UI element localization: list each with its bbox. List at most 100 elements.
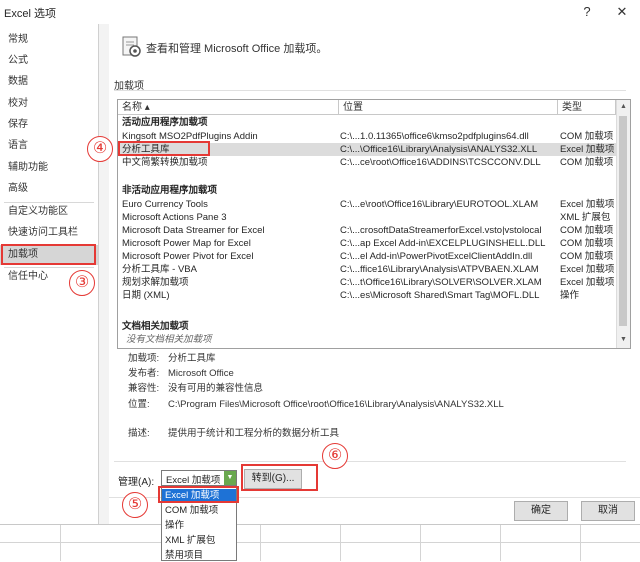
empty-message: 没有文档相关加载项 xyxy=(126,334,212,345)
cell-name: Microsoft Actions Pane 3 xyxy=(122,212,227,223)
cell-type: COM 加载项 xyxy=(560,131,614,142)
window-title: Excel 选项 xyxy=(4,8,56,20)
highlight-goto xyxy=(241,464,318,491)
sidebar-item-advanced[interactable]: 高级 xyxy=(0,179,98,199)
close-button[interactable]: ✕ xyxy=(613,3,631,21)
cell-location: C:\...ffice16\Library\Analysis\ATPVBAEN.… xyxy=(340,264,539,275)
table-row[interactable]: Microsoft Data Streamer for Excel C:\...c… xyxy=(118,224,616,237)
cell-name: 规划求解加载项 xyxy=(122,277,189,288)
cell-type: COM 加载项 xyxy=(560,225,614,236)
cell-location: C:\...t\Office16\Library\SOLVER\SOLVER.X… xyxy=(340,277,542,288)
sidebar-item-proofing[interactable]: 校对 xyxy=(0,94,98,114)
desc-value: 提供用于统计和工程分析的数据分析工具 xyxy=(168,428,340,439)
manage-select-value: Excel 加载项 xyxy=(166,475,221,486)
compat-label: 兼容性: xyxy=(128,383,160,394)
cell-name: Microsoft Power Pivot for Excel xyxy=(122,251,254,262)
sidebar-item-save[interactable]: 保存 xyxy=(0,115,98,135)
cell-name: 日期 (XML) xyxy=(122,290,170,301)
cell-location: C:\...crosoftDataStreamerforExcel.vsto|v… xyxy=(340,225,542,236)
cell-name: 中文简繁转换加载项 xyxy=(122,157,208,168)
group-active: 活动应用程序加载项 xyxy=(122,117,208,128)
gridline xyxy=(420,525,421,561)
cancel-button[interactable]: 取消 xyxy=(581,501,635,521)
gridline xyxy=(260,525,261,561)
location-value: C:\Program Files\Microsoft Office\root\O… xyxy=(168,399,504,410)
cell-type: Excel 加载项 xyxy=(560,264,615,275)
annotation-3: ③ xyxy=(69,270,95,296)
excel-sheet-background xyxy=(0,524,640,562)
cell-location: C:\...el Add-in\PowerPivotExcelClientAdd… xyxy=(340,251,533,262)
content-gutter xyxy=(99,24,109,524)
dropdown-option-xml[interactable]: XML 扩展包 xyxy=(162,534,236,547)
gridline xyxy=(500,525,501,561)
publisher-value: Microsoft Office xyxy=(168,368,234,379)
table-row[interactable]: 规划求解加载项 C:\...t\Office16\Library\SOLVER\S… xyxy=(118,276,616,289)
table-row[interactable]: Microsoft Power Map for Excel C:\...ap Ex… xyxy=(118,237,616,250)
scroll-thumb[interactable] xyxy=(619,116,627,326)
cell-name: 分析工具库 - VBA xyxy=(122,264,197,275)
cell-location: C:\...\Office16\Library\Analysis\ANALYS3… xyxy=(340,144,538,155)
location-label: 位置: xyxy=(128,399,150,410)
cell-location: C:\...e\root\Office16\Library\EUROTOOL.X… xyxy=(340,199,539,210)
scroll-down-icon[interactable]: ▼ xyxy=(617,333,630,346)
gridline xyxy=(0,542,640,543)
publisher-label: 发布者: xyxy=(128,368,160,379)
group-document: 文档相关加载项 xyxy=(122,321,189,332)
table-row[interactable]: 分析工具库 - VBA C:\...ffice16\Library\Analysi… xyxy=(118,263,616,276)
cell-type: Excel 加载项 xyxy=(560,199,615,210)
manage-select[interactable]: Excel 加载项 ▼ xyxy=(161,470,237,486)
annotation-4: ④ xyxy=(87,136,113,162)
cell-name: Microsoft Power Map for Excel xyxy=(122,238,251,249)
gridline xyxy=(60,525,61,561)
column-header-location[interactable]: 位置 xyxy=(339,100,558,115)
desc-label: 描述: xyxy=(128,428,150,439)
chevron-down-icon[interactable]: ▼ xyxy=(224,471,236,485)
cell-name: Microsoft Data Streamer for Excel xyxy=(122,225,265,236)
sidebar-item-formulas[interactable]: 公式 xyxy=(0,51,98,71)
cell-type: Excel 加载项 xyxy=(560,277,615,288)
cell-type: COM 加载项 xyxy=(560,157,614,168)
addins-table: 名称 ▴ 位置 类型 活动应用程序加载项 Kingsoft MSO2PdfPlu… xyxy=(117,99,631,349)
gridline xyxy=(580,525,581,561)
help-button[interactable]: ? xyxy=(578,3,596,21)
highlight-excel-option xyxy=(158,486,239,503)
dropdown-option-com[interactable]: COM 加载项 xyxy=(162,504,236,517)
sidebar-item-general[interactable]: 常规 xyxy=(0,30,98,50)
title-bar: Excel 选项 ? ✕ xyxy=(0,0,640,24)
sidebar-item-customize-ribbon[interactable]: 自定义功能区 xyxy=(0,202,98,222)
cell-location: C:\...es\Microsoft Shared\Smart Tag\MOFL… xyxy=(340,290,540,301)
addin-label: 加载项: xyxy=(128,353,160,364)
cell-type: 操作 xyxy=(560,290,580,301)
cell-type: COM 加载项 xyxy=(560,238,614,249)
cell-location: C:\...ce\root\Office16\ADDINS\TCSCCONV.D… xyxy=(340,157,541,168)
table-row[interactable]: Microsoft Power Pivot for Excel C:\...el … xyxy=(118,250,616,263)
compat-value: 没有可用的兼容性信息 xyxy=(168,383,264,394)
page-title: 查看和管理 Microsoft Office 加载项。 xyxy=(146,43,328,55)
annotation-5: ⑤ xyxy=(122,492,148,518)
sidebar-item-language[interactable]: 语言 xyxy=(0,136,98,156)
column-header-type[interactable]: 类型 xyxy=(558,100,616,115)
table-row[interactable]: Euro Currency Tools C:\...e\root\Office16… xyxy=(118,198,616,211)
cell-type: XML 扩展包 xyxy=(560,212,611,223)
sidebar-item-accessibility[interactable]: 辅助功能 xyxy=(0,158,98,178)
cell-location: C:\...ap Excel Add-in\EXCELPLUGINSHELL.D… xyxy=(340,238,546,249)
sidebar-item-data[interactable]: 数据 xyxy=(0,72,98,92)
table-row[interactable]: 中文简繁转换加载项 C:\...ce\root\Office16\ADDINS\T… xyxy=(118,156,616,169)
group-inactive: 非活动应用程序加载项 xyxy=(122,185,218,196)
manage-divider xyxy=(114,461,626,462)
cell-location: C:\...1.0.11365\office6\kmso2pdfplugins6… xyxy=(340,131,529,142)
manage-label: 管理(A): xyxy=(118,477,155,488)
cell-type: COM 加载项 xyxy=(560,251,614,262)
sidebar-item-quick-access[interactable]: 快速访问工具栏 xyxy=(0,223,98,243)
table-row[interactable]: Microsoft Actions Pane 3 XML 扩展包 xyxy=(118,211,616,224)
ok-button[interactable]: 确定 xyxy=(514,501,568,521)
highlight-addins-nav xyxy=(1,244,96,265)
table-scrollbar[interactable]: ▲ ▼ xyxy=(616,100,630,348)
addin-value: 分析工具库 xyxy=(168,353,216,364)
column-header-name[interactable]: 名称 ▴ xyxy=(118,100,339,115)
dropdown-option-actions[interactable]: 操作 xyxy=(162,519,236,532)
scroll-up-icon[interactable]: ▲ xyxy=(617,100,630,113)
table-row[interactable]: 日期 (XML) C:\...es\Microsoft Shared\Smart … xyxy=(118,289,616,302)
dropdown-option-disabled[interactable]: 禁用项目 xyxy=(162,549,236,560)
annotation-6: ⑥ xyxy=(322,443,348,469)
